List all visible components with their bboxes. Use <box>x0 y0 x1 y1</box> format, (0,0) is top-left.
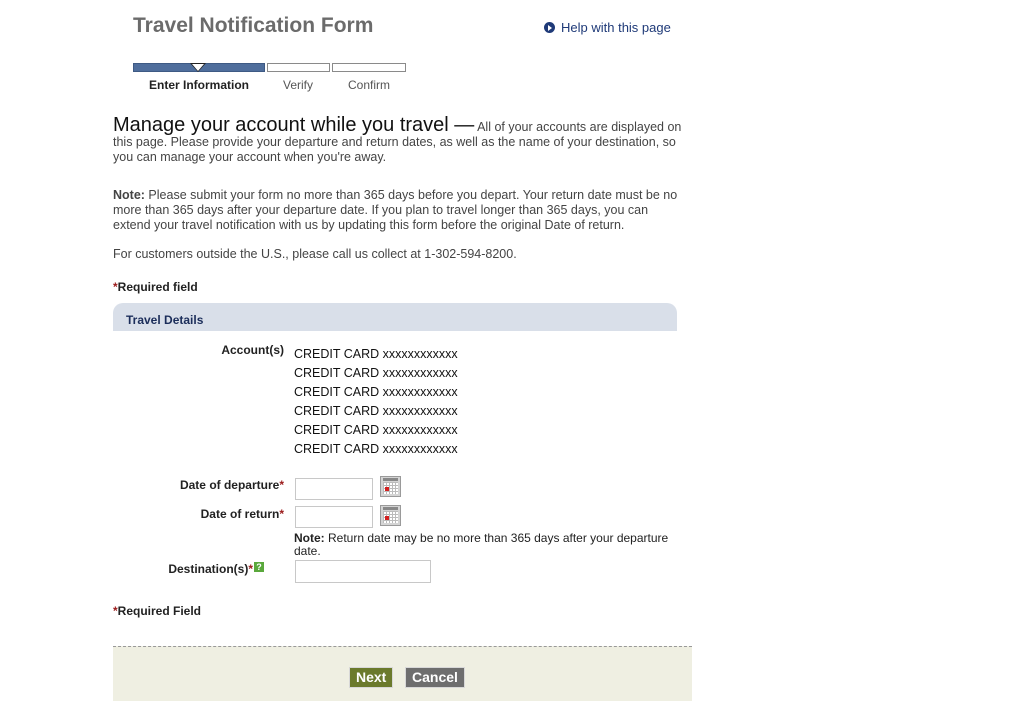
accounts-label: Account(s) <box>221 343 284 357</box>
return-note-text: Return date may be no more than 365 days… <box>294 531 669 558</box>
account-item: CREDIT CARD xxxxxxxxxxxx <box>294 385 458 399</box>
help-link[interactable]: Help with this page <box>544 20 671 35</box>
progress-step-confirm <box>332 63 406 72</box>
help-question-icon[interactable]: ? <box>254 562 264 572</box>
departure-label: Date of departure* <box>104 478 284 492</box>
section-title: Travel Details <box>126 313 204 327</box>
required-star-icon: * <box>248 562 253 576</box>
return-date-note: Note: Return date may be no more than 36… <box>294 532 674 558</box>
return-label: Date of return* <box>104 507 284 521</box>
step-label-confirm: Confirm <box>348 78 391 92</box>
help-link-label: Help with this page <box>561 20 671 35</box>
travel-details-header: Travel Details <box>113 303 677 331</box>
page-title: Travel Notification Form <box>133 14 374 37</box>
return-date-input[interactable] <box>295 506 373 528</box>
destination-label-text: Destination(s) <box>168 562 249 576</box>
required-field-legend: *Required field <box>113 280 198 294</box>
account-item: CREDIT CARD xxxxxxxxxxxx <box>294 423 458 437</box>
accounts-list: CREDIT CARD xxxxxxxxxxxx CREDIT CARD xxx… <box>294 345 458 459</box>
required-star-icon: * <box>279 478 284 492</box>
departure-label-text: Date of departure <box>179 478 280 492</box>
required-field-label: Required Field <box>117 604 202 618</box>
return-calendar-icon[interactable] <box>380 505 401 526</box>
step-label-enter-information: Enter Information <box>149 78 250 92</box>
return-label-text: Date of return <box>200 507 280 521</box>
account-item: CREDIT CARD xxxxxxxxxxxx <box>294 404 458 418</box>
destination-label: Destination(s)*? <box>84 562 264 576</box>
destination-input[interactable] <box>295 560 431 583</box>
international-contact: For customers outside the U.S., please c… <box>113 247 517 261</box>
account-item: CREDIT CARD xxxxxxxxxxxx <box>294 347 458 361</box>
form-actions: Next Cancel <box>113 646 692 701</box>
required-star-icon: * <box>279 507 284 521</box>
intro-heading: Manage your account while you travel — <box>113 114 475 136</box>
required-field-label: Required field <box>117 280 198 294</box>
return-note-label: Note: <box>294 531 325 545</box>
progress-step-verify <box>267 63 330 72</box>
departure-date-input[interactable] <box>295 478 373 500</box>
progress-tracker <box>133 63 406 72</box>
next-button[interactable]: Next <box>349 667 394 688</box>
progress-step-enter-information <box>133 63 265 72</box>
intro-paragraph: Manage your account while you travel — A… <box>113 115 683 165</box>
account-item: CREDIT CARD xxxxxxxxxxxx <box>294 442 458 456</box>
step-label-verify: Verify <box>283 78 314 92</box>
cancel-button[interactable]: Cancel <box>405 667 465 688</box>
play-circle-icon <box>544 22 555 33</box>
note-text: Please submit your form no more than 365… <box>113 188 678 232</box>
departure-calendar-icon[interactable] <box>380 476 401 497</box>
account-item: CREDIT CARD xxxxxxxxxxxx <box>294 366 458 380</box>
required-field-legend-bottom: *Required Field <box>113 604 201 618</box>
note-paragraph: Note: Please submit your form no more th… <box>113 188 683 233</box>
note-label: Note: <box>113 188 145 202</box>
